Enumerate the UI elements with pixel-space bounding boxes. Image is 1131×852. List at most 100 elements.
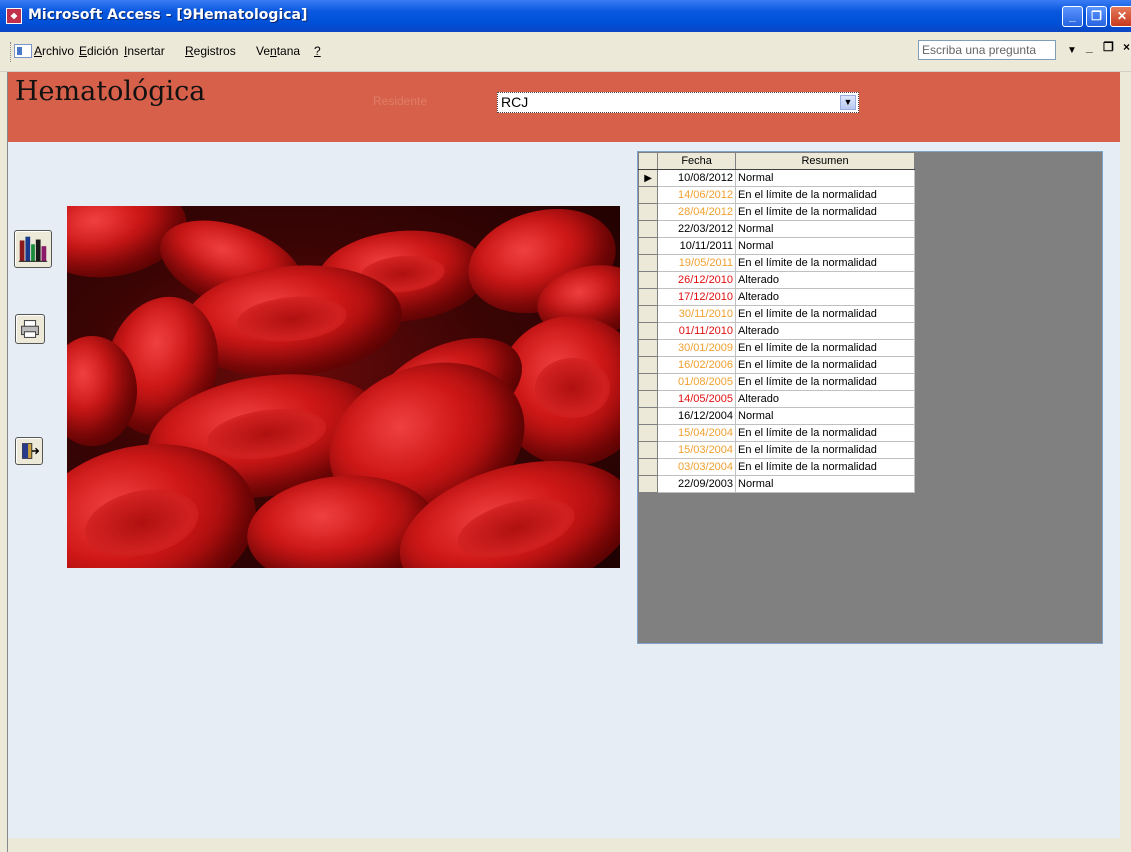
fecha-cell[interactable]: 16/02/2006	[657, 356, 737, 374]
fecha-cell[interactable]: 28/04/2012	[657, 203, 737, 221]
fecha-cell[interactable]: 30/11/2010	[657, 305, 737, 323]
table-row[interactable]: 30/11/2010 En el límite de la normalidad	[637, 305, 915, 323]
record-selector[interactable]	[637, 424, 659, 442]
menu-item-registros[interactable]: Registros	[185, 44, 236, 58]
column-header-resumen[interactable]: Resumen	[735, 152, 915, 170]
table-row[interactable]: 10/11/2011 Normal	[637, 237, 915, 255]
resumen-cell[interactable]: Normal	[735, 475, 915, 493]
fecha-cell[interactable]: 22/09/2003	[657, 475, 737, 493]
resumen-cell[interactable]: Normal	[735, 220, 915, 238]
resumen-cell[interactable]: En el límite de la normalidad	[735, 424, 915, 442]
document-close-button[interactable]: ×	[1123, 40, 1130, 54]
fecha-cell[interactable]: 10/08/2012	[657, 169, 737, 187]
resumen-cell[interactable]: Alterado	[735, 322, 915, 340]
resumen-cell[interactable]: En el límite de la normalidad	[735, 203, 915, 221]
table-row[interactable]: 22/03/2012 Normal	[637, 220, 915, 238]
menu-item-insertar[interactable]: Insertar	[124, 44, 165, 58]
fecha-cell[interactable]: 15/04/2004	[657, 424, 737, 442]
residente-combo[interactable]: RCJ ▼	[497, 92, 859, 113]
resumen-cell[interactable]: Alterado	[735, 271, 915, 289]
table-row[interactable]: 01/11/2010 Alterado	[637, 322, 915, 340]
help-question-input[interactable]: Escriba una pregunta	[918, 40, 1056, 60]
record-selector[interactable]	[637, 305, 659, 323]
table-row[interactable]: 28/04/2012 En el límite de la normalidad	[637, 203, 915, 221]
record-selector[interactable]: ▶	[637, 169, 659, 187]
table-row[interactable]: ▶ 10/08/2012 Normal	[637, 169, 915, 187]
record-selector[interactable]	[637, 237, 659, 255]
fecha-cell[interactable]: 10/11/2011	[657, 237, 737, 255]
table-row[interactable]: 01/08/2005 En el límite de la normalidad	[637, 373, 915, 391]
record-selector-header[interactable]	[637, 152, 659, 170]
resumen-cell[interactable]: En el límite de la normalidad	[735, 305, 915, 323]
fecha-cell[interactable]: 01/08/2005	[657, 373, 737, 391]
table-row[interactable]: 14/05/2005 Alterado	[637, 390, 915, 408]
table-row[interactable]: 16/02/2006 En el límite de la normalidad	[637, 356, 915, 374]
record-selector[interactable]	[637, 407, 659, 425]
fecha-cell[interactable]: 16/12/2004	[657, 407, 737, 425]
fecha-cell[interactable]: 17/12/2010	[657, 288, 737, 306]
access-app-icon[interactable]	[6, 8, 22, 24]
table-row[interactable]: 26/12/2010 Alterado	[637, 271, 915, 289]
resumen-cell[interactable]: En el límite de la normalidad	[735, 458, 915, 476]
document-minimize-button[interactable]: _	[1086, 40, 1093, 54]
menu-item-help[interactable]: ?	[314, 44, 321, 58]
resumen-cell[interactable]: En el límite de la normalidad	[735, 254, 915, 272]
fecha-cell[interactable]: 26/12/2010	[657, 271, 737, 289]
record-selector[interactable]	[637, 186, 659, 204]
resumen-cell[interactable]: Alterado	[735, 288, 915, 306]
record-selector[interactable]	[637, 458, 659, 476]
record-selector[interactable]	[637, 203, 659, 221]
record-selector[interactable]	[637, 322, 659, 340]
fecha-cell[interactable]: 30/01/2009	[657, 339, 737, 357]
maximize-button[interactable]: ❐	[1086, 6, 1107, 27]
table-row[interactable]: 15/03/2004 En el límite de la normalidad	[637, 441, 915, 459]
close-button[interactable]: ✕	[1110, 6, 1131, 27]
menu-item-ventana[interactable]: Ventana	[256, 44, 300, 58]
resumen-cell[interactable]: Normal	[735, 407, 915, 425]
fecha-cell[interactable]: 22/03/2012	[657, 220, 737, 238]
resumen-cell[interactable]: En el límite de la normalidad	[735, 373, 915, 391]
menu-item-archivo[interactable]: Archivo	[34, 44, 74, 58]
help-dropdown-arrow-icon[interactable]: ▼	[1067, 45, 1077, 56]
record-selector[interactable]	[637, 220, 659, 238]
record-selector[interactable]	[637, 339, 659, 357]
resumen-cell[interactable]: En el límite de la normalidad	[735, 339, 915, 357]
table-row[interactable]: 15/04/2004 En el límite de la normalidad	[637, 424, 915, 442]
resumen-cell[interactable]: Normal	[735, 237, 915, 255]
exit-button[interactable]	[15, 437, 43, 465]
record-selector[interactable]	[637, 475, 659, 493]
fecha-cell[interactable]: 01/11/2010	[657, 322, 737, 340]
column-header-fecha[interactable]: Fecha	[657, 152, 737, 170]
table-row[interactable]: 30/01/2009 En el límite de la normalidad	[637, 339, 915, 357]
record-selector[interactable]	[637, 254, 659, 272]
chart-button[interactable]	[14, 230, 52, 268]
fecha-cell[interactable]: 15/03/2004	[657, 441, 737, 459]
minimize-button[interactable]: _	[1062, 6, 1083, 27]
fecha-cell[interactable]: 03/03/2004	[657, 458, 737, 476]
table-row[interactable]: 14/06/2012 En el límite de la normalidad	[637, 186, 915, 204]
record-selector[interactable]	[637, 441, 659, 459]
table-row[interactable]: 22/09/2003 Normal	[637, 475, 915, 493]
resumen-cell[interactable]: Alterado	[735, 390, 915, 408]
table-row[interactable]: 03/03/2004 En el límite de la normalidad	[637, 458, 915, 476]
record-selector[interactable]	[637, 356, 659, 374]
chevron-down-icon[interactable]: ▼	[840, 95, 856, 110]
resumen-cell[interactable]: En el límite de la normalidad	[735, 441, 915, 459]
menu-item-edicin[interactable]: Edición	[79, 44, 118, 58]
record-selector[interactable]	[637, 288, 659, 306]
fecha-cell[interactable]: 19/05/2011	[657, 254, 737, 272]
resumen-cell[interactable]: En el límite de la normalidad	[735, 186, 915, 204]
resumen-cell[interactable]: En el límite de la normalidad	[735, 356, 915, 374]
record-selector[interactable]	[637, 271, 659, 289]
print-button[interactable]	[15, 314, 45, 344]
record-selector[interactable]	[637, 390, 659, 408]
record-selector[interactable]	[637, 373, 659, 391]
fecha-cell[interactable]: 14/05/2005	[657, 390, 737, 408]
form-menu-icon[interactable]	[14, 44, 32, 58]
fecha-cell[interactable]: 14/06/2012	[657, 186, 737, 204]
resumen-cell[interactable]: Normal	[735, 169, 915, 187]
table-row[interactable]: 17/12/2010 Alterado	[637, 288, 915, 306]
table-row[interactable]: 16/12/2004 Normal	[637, 407, 915, 425]
document-restore-button[interactable]: ❐	[1103, 40, 1114, 54]
table-row[interactable]: 19/05/2011 En el límite de la normalidad	[637, 254, 915, 272]
